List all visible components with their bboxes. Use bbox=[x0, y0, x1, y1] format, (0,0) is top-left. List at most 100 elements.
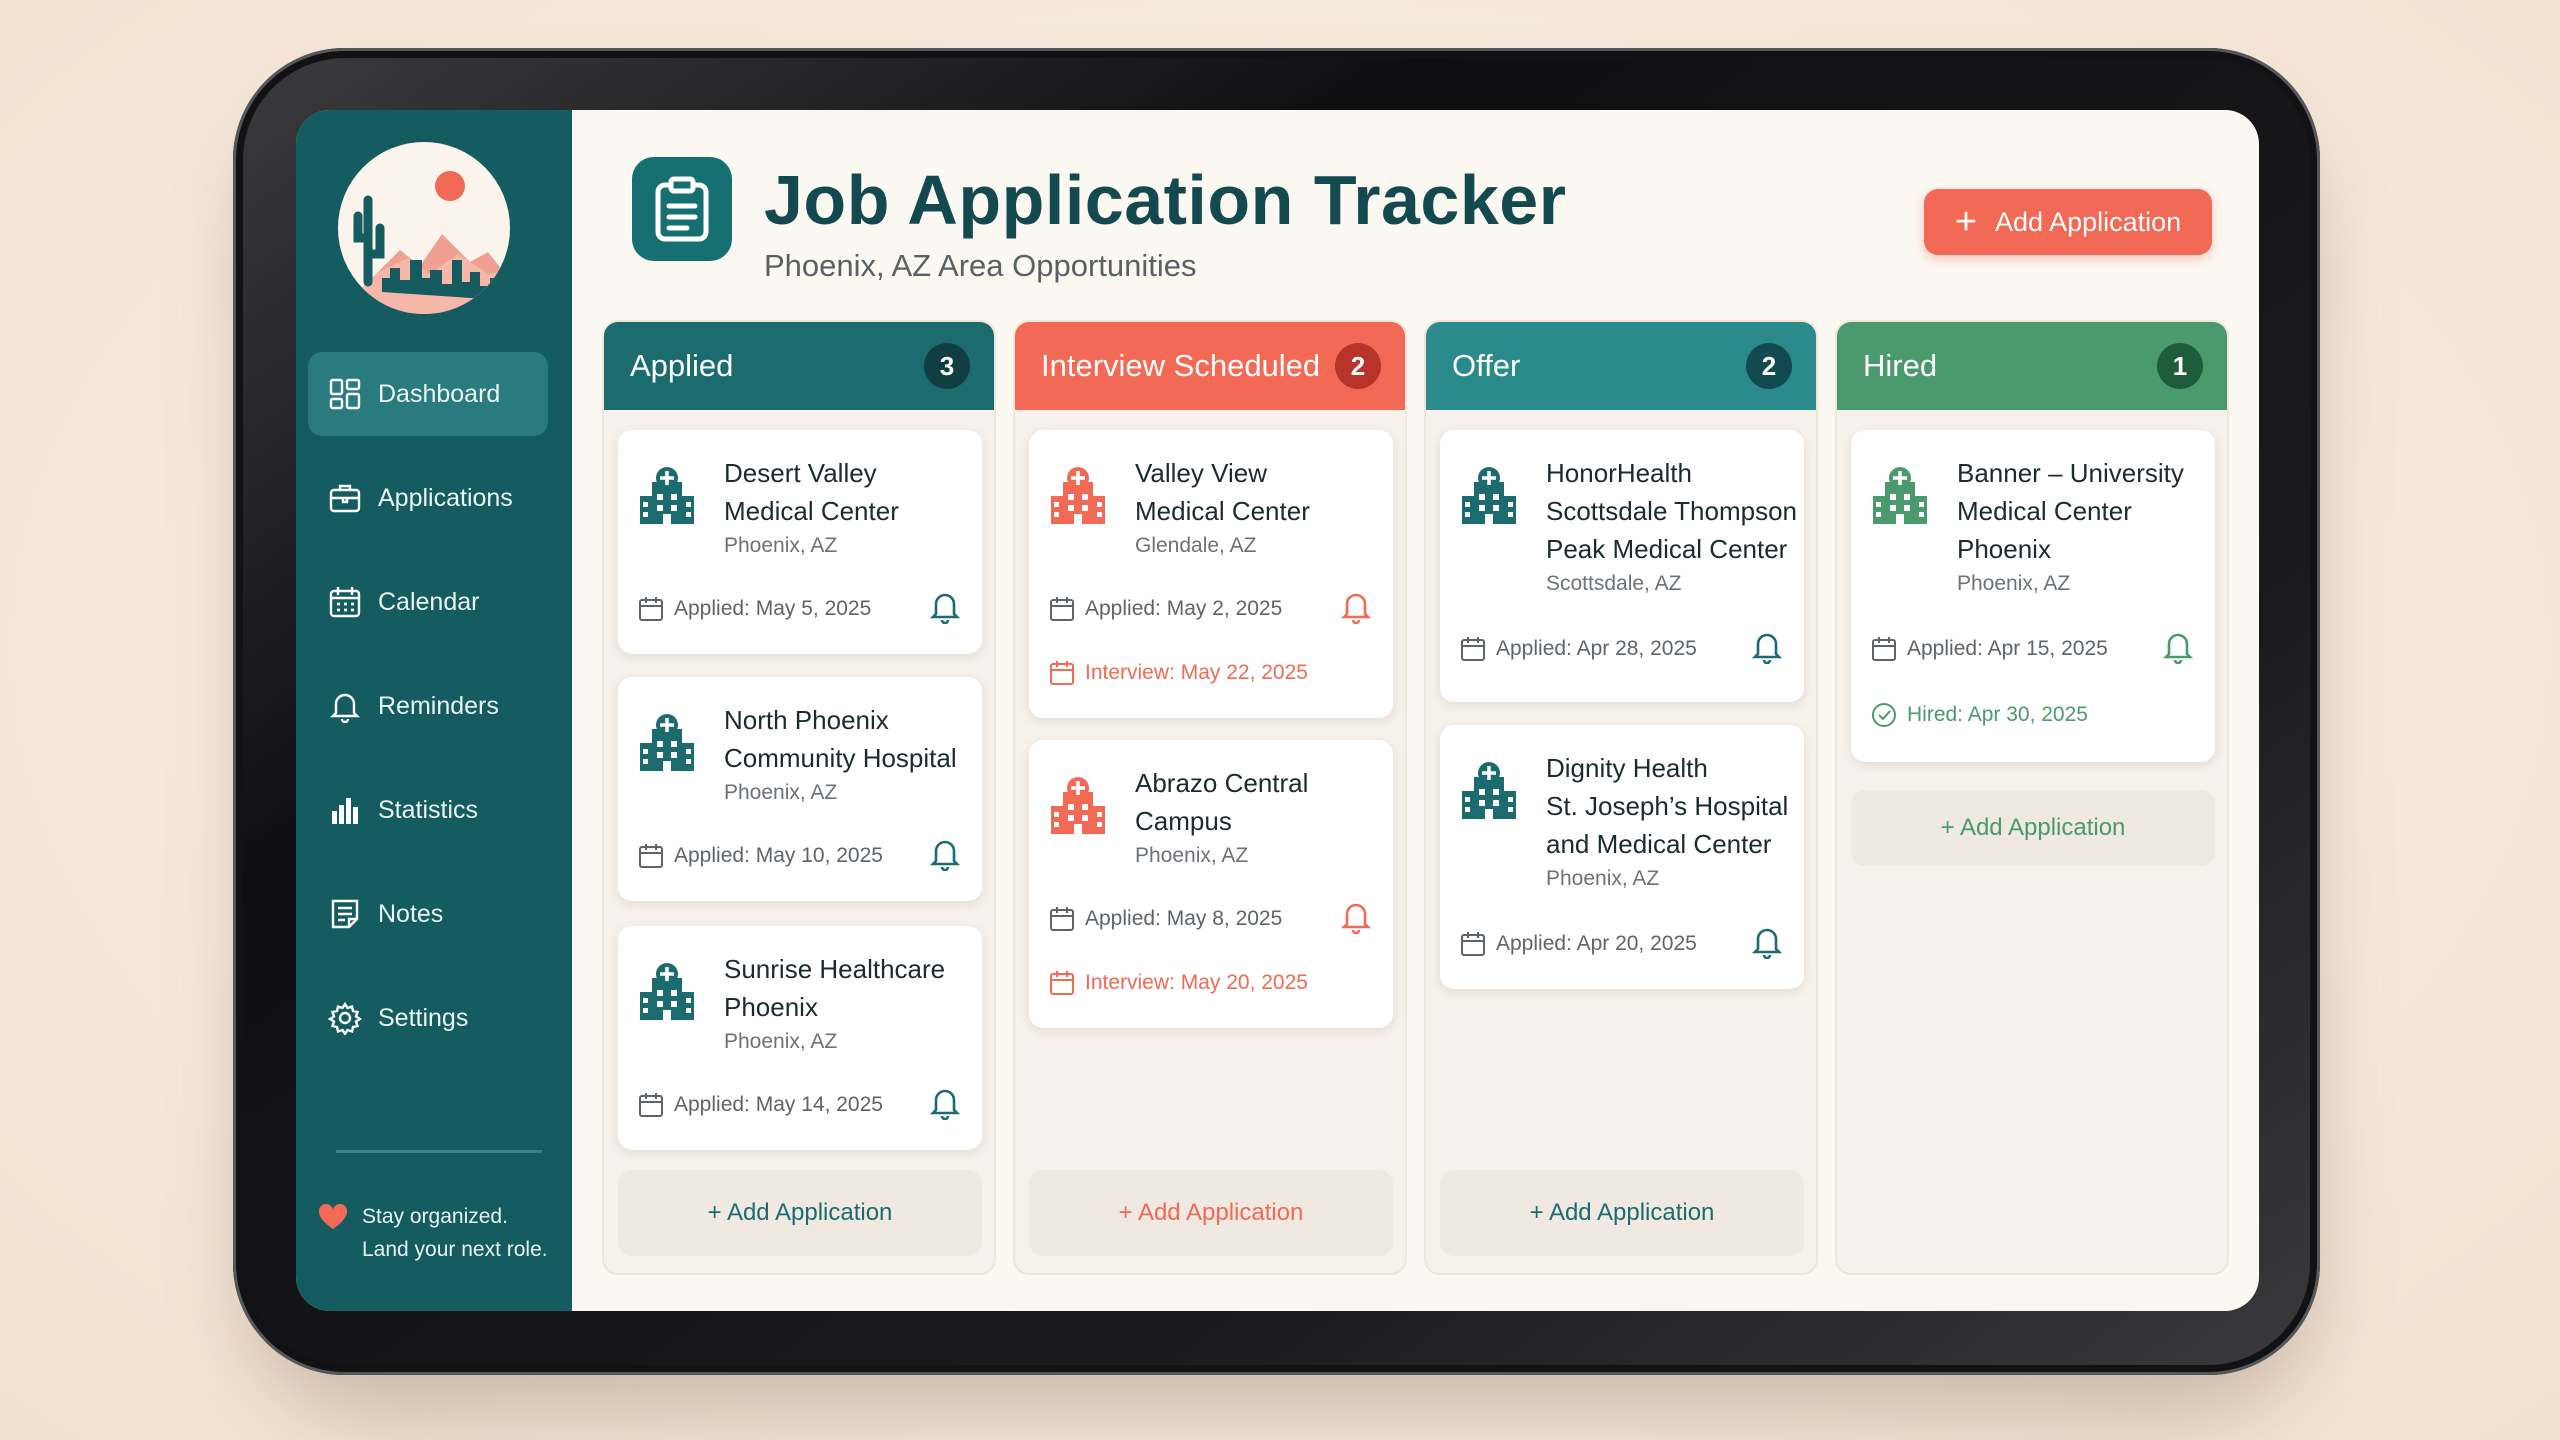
application-card[interactable]: Sunrise Healthcare Phoenix Phoenix, AZ Ap… bbox=[618, 926, 982, 1150]
application-card[interactable]: North Phoenix Community Hospital Phoenix,… bbox=[618, 677, 982, 901]
bell-icon[interactable] bbox=[2163, 630, 2193, 664]
hospital-name: Dignity Health St. Joseph’s Hospital and M… bbox=[1546, 753, 1789, 859]
sidebar-nav: Dashboard Applications Calendar Reminder… bbox=[308, 352, 548, 1080]
bell-icon[interactable] bbox=[1752, 630, 1782, 664]
add-application-row[interactable]: + Add Application bbox=[618, 1170, 982, 1256]
calendar-icon bbox=[1872, 637, 1896, 661]
sidebar-item-calendar[interactable]: Calendar bbox=[308, 560, 548, 644]
desert-logo-icon bbox=[338, 142, 510, 314]
column-header: Interview Scheduled 2 bbox=[1015, 322, 1405, 410]
count-badge: 2 bbox=[1746, 343, 1792, 389]
dashboard-icon bbox=[329, 378, 361, 410]
hospital-icon bbox=[1051, 777, 1105, 834]
hospital-name: Abrazo Central Campus bbox=[1135, 768, 1309, 836]
application-card[interactable]: Dignity Health St. Joseph’s Hospital and M… bbox=[1440, 725, 1804, 989]
hospital-name: Sunrise Healthcare Phoenix bbox=[724, 954, 946, 1022]
applied-date: Applied: May 2, 2025 bbox=[1049, 596, 1282, 622]
calendar-icon bbox=[1461, 637, 1485, 661]
sidebar-item-notes[interactable]: Notes bbox=[308, 872, 548, 956]
hospital-name: Desert Valley Medical Center bbox=[724, 458, 899, 526]
bell-icon[interactable] bbox=[930, 837, 960, 871]
heart-icon bbox=[318, 1204, 348, 1229]
application-card[interactable]: Abrazo Central Campus Phoenix, AZ Applied… bbox=[1029, 740, 1393, 1028]
page-title: Job Application Tracker bbox=[764, 161, 1567, 239]
column-interview-scheduled: Interview Scheduled 2 Valley View Medical… bbox=[1013, 320, 1407, 1275]
hospital-name: North Phoenix Community Hospital bbox=[724, 705, 957, 773]
tagline-line-2: Land your next role. bbox=[362, 1238, 548, 1261]
applied-date: Applied: May 10, 2025 bbox=[638, 843, 883, 869]
applied-date: Applied: Apr 20, 2025 bbox=[1460, 931, 1697, 957]
calendar-icon bbox=[1461, 932, 1485, 956]
plus-icon: + bbox=[1954, 201, 1978, 243]
briefcase-icon bbox=[329, 484, 361, 513]
column-applied: Applied 3 Desert Valley Medical Center Ph… bbox=[602, 320, 996, 1275]
bell-icon[interactable] bbox=[1341, 900, 1371, 934]
calendar-icon bbox=[639, 844, 663, 868]
add-application-row[interactable]: + Add Application bbox=[1851, 790, 2215, 866]
hospital-location: Scottsdale, AZ bbox=[1546, 572, 1682, 595]
sidebar-item-label: Statistics bbox=[378, 795, 479, 824]
calendar-icon bbox=[329, 587, 361, 618]
application-card[interactable]: Valley View Medical Center Glendale, AZ A… bbox=[1029, 430, 1393, 718]
interview-date: Interview: May 20, 2025 bbox=[1049, 970, 1308, 996]
hospital-location: Phoenix, AZ bbox=[724, 1030, 838, 1053]
gear-icon bbox=[328, 1001, 362, 1035]
sidebar-item-label: Applications bbox=[378, 483, 513, 512]
hospital-location: Phoenix, AZ bbox=[1546, 867, 1660, 890]
applied-date: Applied: Apr 15, 2025 bbox=[1871, 636, 2108, 662]
sidebar: Dashboard Applications Calendar Reminder… bbox=[296, 110, 572, 1311]
check-circle-icon bbox=[1872, 703, 1896, 727]
count-badge: 3 bbox=[924, 343, 970, 389]
calendar-icon bbox=[1050, 661, 1074, 685]
sidebar-item-settings[interactable]: Settings bbox=[308, 976, 548, 1060]
add-application-row[interactable]: + Add Application bbox=[1029, 1170, 1393, 1256]
column-header: Applied 3 bbox=[604, 322, 994, 410]
sidebar-item-label: Reminders bbox=[378, 691, 499, 720]
sidebar-item-statistics[interactable]: Statistics bbox=[308, 768, 548, 852]
calendar-icon bbox=[1050, 597, 1074, 621]
hired-date: Hired: Apr 30, 2025 bbox=[1871, 702, 2088, 728]
calendar-icon bbox=[1050, 907, 1074, 931]
kanban-board: Applied 3 Desert Valley Medical Center Ph… bbox=[602, 320, 2229, 1275]
hospital-name: HonorHealth Scottsdale Thompson Peak Medic… bbox=[1546, 458, 1797, 564]
calendar-icon bbox=[639, 1093, 663, 1117]
sidebar-item-reminders[interactable]: Reminders bbox=[308, 664, 548, 748]
hospital-icon bbox=[1873, 467, 1927, 524]
sidebar-tagline: Stay organized. Land your next role. bbox=[318, 1200, 548, 1266]
interview-date: Interview: May 22, 2025 bbox=[1049, 660, 1308, 686]
add-application-row[interactable]: + Add Application bbox=[1440, 1170, 1804, 1256]
sidebar-item-dashboard[interactable]: Dashboard bbox=[308, 352, 548, 436]
application-card[interactable]: Banner – University Medical Center Phoenix… bbox=[1851, 430, 2215, 762]
applied-date: Applied: May 5, 2025 bbox=[638, 596, 871, 622]
bell-icon[interactable] bbox=[930, 590, 960, 624]
hospital-icon bbox=[1462, 762, 1516, 819]
bell-icon[interactable] bbox=[930, 1086, 960, 1120]
column-title: Offer bbox=[1452, 348, 1521, 383]
calendar-icon bbox=[1050, 971, 1074, 995]
column-header: Offer 2 bbox=[1426, 322, 1816, 410]
column-title: Interview Scheduled bbox=[1041, 348, 1321, 383]
sidebar-divider bbox=[336, 1150, 542, 1153]
column-header: Hired 1 bbox=[1837, 322, 2227, 410]
bell-icon[interactable] bbox=[1752, 925, 1782, 959]
applied-date: Applied: May 14, 2025 bbox=[638, 1092, 883, 1118]
sidebar-item-applications[interactable]: Applications bbox=[308, 456, 548, 540]
page-subtitle: Phoenix, AZ Area Opportunities bbox=[764, 248, 1197, 283]
application-card[interactable]: HonorHealth Scottsdale Thompson Peak Medic… bbox=[1440, 430, 1804, 702]
column-title: Applied bbox=[630, 348, 734, 383]
app-screen: Dashboard Applications Calendar Reminder… bbox=[296, 110, 2259, 1311]
hospital-location: Phoenix, AZ bbox=[1135, 844, 1249, 867]
hospital-name: Banner – University Medical Center Phoenix bbox=[1957, 458, 2184, 564]
application-card[interactable]: Desert Valley Medical Center Phoenix, AZ … bbox=[618, 430, 982, 654]
sidebar-item-label: Notes bbox=[378, 899, 444, 928]
add-application-button[interactable]: + Add Application bbox=[1924, 189, 2212, 255]
hospital-location: Phoenix, AZ bbox=[724, 534, 838, 557]
add-application-label: Add Application bbox=[1995, 206, 2182, 237]
column-title: Hired bbox=[1863, 348, 1938, 383]
sidebar-item-label: Dashboard bbox=[378, 379, 501, 408]
sidebar-item-label: Settings bbox=[378, 1003, 469, 1032]
clipboard-icon bbox=[632, 157, 732, 261]
bell-icon bbox=[330, 693, 360, 723]
calendar-icon bbox=[639, 597, 663, 621]
bell-icon[interactable] bbox=[1341, 590, 1371, 624]
